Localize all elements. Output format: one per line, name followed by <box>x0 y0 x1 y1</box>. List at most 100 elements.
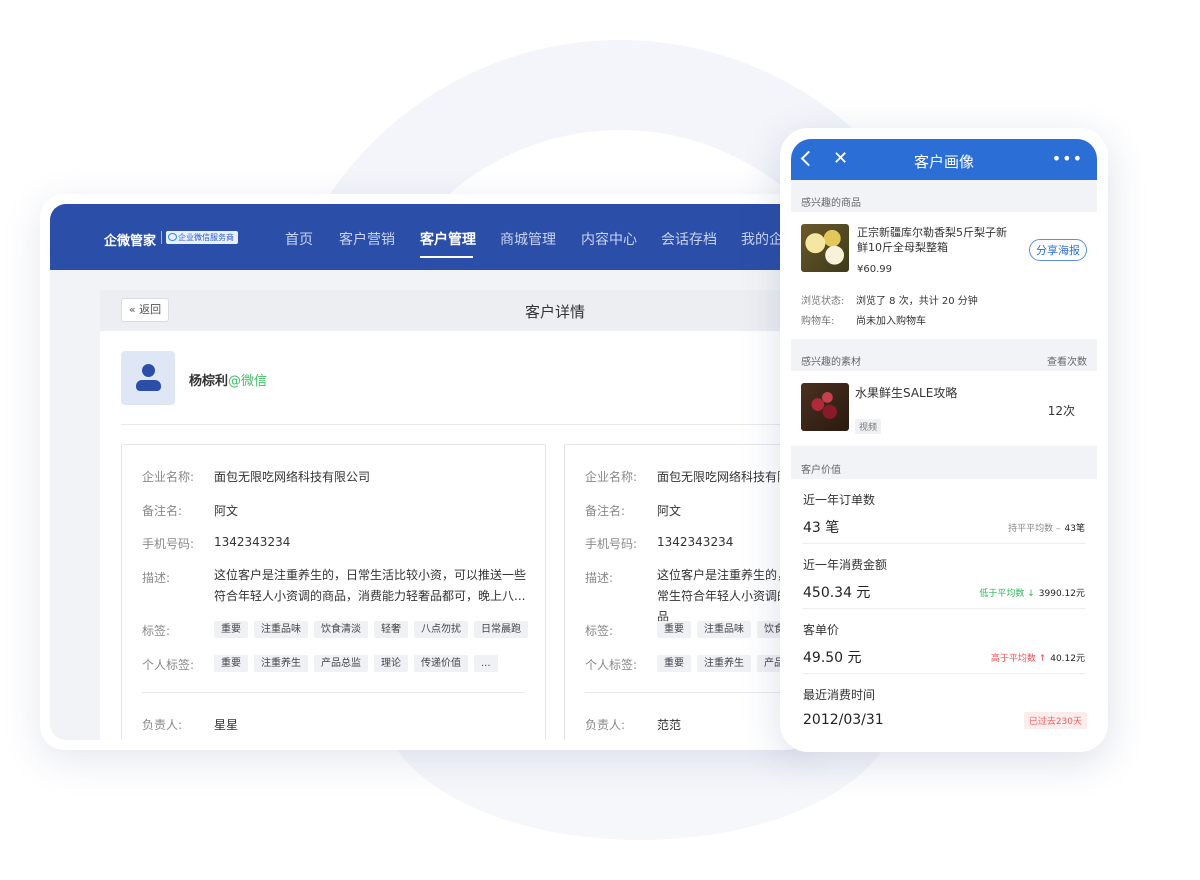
remark-label: 备注名: <box>142 504 183 518</box>
product-image[interactable] <box>801 224 849 272</box>
phone-frame: ✕ 客户画像 ••• 感兴趣的商品 正宗新疆库尔勒香梨5斤梨子新鲜10斤全母梨整… <box>780 128 1108 752</box>
share-poster-button[interactable]: 分享海报 <box>1029 239 1087 261</box>
tag: 饮食清淡 <box>314 621 368 638</box>
owner-value: 范范 <box>657 718 682 732</box>
product-name: 正宗新疆库尔勒香梨5斤梨子新鲜10斤全母梨整箱 <box>857 226 1007 254</box>
material-type-badge: 视频 <box>855 419 882 434</box>
remark-value: 阿文 <box>657 504 682 518</box>
phone-screen: ✕ 客户画像 ••• 感兴趣的商品 正宗新疆库尔勒香梨5斤梨子新鲜10斤全母梨整… <box>791 139 1097 741</box>
value-number: 450.34 元 <box>803 585 871 601</box>
personal-tag-list: 重要 注重养生 产品 <box>657 655 791 672</box>
value-label: 近一年订单数 <box>803 493 876 507</box>
comparison-text: 高于平均数 ↑ <box>990 654 1047 664</box>
product-price: ¥60.99 <box>857 264 892 275</box>
page-title: 客户详情 <box>524 303 585 321</box>
phone-label: 手机号码: <box>585 537 638 551</box>
cart-label: 购物车: <box>801 316 835 327</box>
material-title: 水果鲜生SALE攻略 <box>855 386 958 400</box>
value-row-orders: 近一年订单数 43 笔 持平平均数 –43笔 <box>791 479 1097 544</box>
divider <box>121 424 810 425</box>
product-section: 正宗新疆库尔勒香梨5斤梨子新鲜10斤全母梨整箱 ¥60.99 分享海报 浏览状态… <box>791 212 1097 339</box>
comparison-number: 40.12元 <box>1050 654 1085 664</box>
phone-value: 1342343234 <box>657 535 734 549</box>
owner-value: 星星 <box>214 718 239 732</box>
value-label: 近一年消费金额 <box>803 558 888 572</box>
customer-info-card: 企业名称: 面包无限吃网络科技有限公司 备注名: 阿文 手机号码: 134234… <box>121 444 546 740</box>
brand-separator <box>161 231 162 244</box>
divider <box>585 692 810 693</box>
user-icon-head <box>142 364 155 377</box>
comparison-number: 3990.12元 <box>1038 589 1085 599</box>
personal-tag: 理论 <box>374 655 408 672</box>
section-label-value: 客户价值 <box>801 465 841 476</box>
divider <box>142 692 525 693</box>
nav-mall[interactable]: 商城管理 <box>500 229 556 249</box>
owner-label: 负责人: <box>585 718 626 732</box>
remark-value: 阿文 <box>214 504 239 518</box>
tag: 注重品味 <box>697 621 751 638</box>
value-number: 49.50 元 <box>803 650 862 666</box>
customer-detail-panel: « 返回 客户详情 杨棕利@微信 企业名称: 面包无限吃网络科技有限公司 备注名… <box>100 290 810 740</box>
chat-icon <box>168 233 177 241</box>
personal-tag: 重要 <box>657 655 691 672</box>
tags-label: 标签: <box>142 624 171 638</box>
customer-name-text: 杨棕利 <box>189 374 229 389</box>
section-label-products: 感兴趣的商品 <box>801 198 861 209</box>
nav-archive[interactable]: 会话存档 <box>661 229 717 249</box>
value-label: 客单价 <box>803 623 840 637</box>
views-label: 查看次数 <box>1047 357 1087 368</box>
tag-list: 重要 注重品味 饮食 <box>657 621 791 638</box>
description-label: 描述: <box>142 571 171 585</box>
value-row-spend: 近一年消费金额 450.34 元 低于平均数 ↓ 3990.12元 <box>791 544 1097 609</box>
company-label: 企业名称: <box>585 470 638 484</box>
personal-tag-more[interactable]: ... <box>474 655 498 672</box>
personal-tag: 注重养生 <box>254 655 308 672</box>
brand-badge: 企业微信服务商 <box>166 231 238 244</box>
personal-tags-label: 个人标签: <box>585 658 638 672</box>
personal-tag-list: 重要 注重养生 产品总监 理论 传递价值 ... <box>214 655 498 672</box>
browse-value: 浏览了 8 次，共计 20 分钟 <box>856 296 978 307</box>
personal-tag: 传递价值 <box>414 655 468 672</box>
top-navbar: 企微管家 企业微信服务商 首页 客户营销 客户管理 商城管理 内容中心 会话存档… <box>50 204 810 270</box>
avatar <box>121 351 175 405</box>
tag: 注重品味 <box>254 621 308 638</box>
desktop-content: 企微管家 企业微信服务商 首页 客户营销 客户管理 商城管理 内容中心 会话存档… <box>50 204 810 740</box>
description-value: 这位客户是注重养生的，日常生活比较小资，可以推送一些符合年轻人小资调的商品，消费… <box>214 568 527 603</box>
description-label: 描述: <box>585 571 614 585</box>
nav-home[interactable]: 首页 <box>285 229 313 249</box>
tags-label: 标签: <box>585 624 614 638</box>
cart-value: 尚未加入购物车 <box>856 316 926 327</box>
personal-tag: 注重养生 <box>697 655 751 672</box>
value-date: 2012/03/31 <box>803 712 884 728</box>
nav-active-indicator <box>420 256 473 258</box>
nav-customer-management[interactable]: 客户管理 <box>420 229 476 249</box>
remark-label: 备注名: <box>585 504 626 518</box>
tag-list: 重要 注重品味 饮食清淡 轻奢 八点勿扰 日常晨跑 <box>214 621 528 638</box>
value-comparison: 低于平均数 ↓ 3990.12元 <box>979 586 1085 599</box>
value-comparison: 高于平均数 ↑ 40.12元 <box>991 651 1085 664</box>
nav-mine[interactable]: 我的企 <box>741 229 783 249</box>
user-icon-body <box>136 380 161 391</box>
personal-tag: 重要 <box>214 655 248 672</box>
comparison-text: 持平平均数 – <box>1008 524 1061 534</box>
brand-name: 企微管家 <box>104 234 157 249</box>
value-comparison: 持平平均数 –43笔 <box>1008 521 1085 534</box>
company-value: 面包无限吃网络科技有限公司 <box>214 470 371 484</box>
comparison-number: 43笔 <box>1064 524 1085 534</box>
elapsed-badge: 已过去230天 <box>1023 712 1087 729</box>
material-image[interactable] <box>801 383 849 431</box>
nav-marketing[interactable]: 客户营销 <box>339 229 395 249</box>
tag: 八点勿扰 <box>414 621 468 638</box>
customer-name: 杨棕利@微信 <box>189 370 267 389</box>
value-row-last-purchase: 最近消费时间 2012/03/31 已过去230天 <box>791 674 1097 741</box>
nav-content[interactable]: 内容中心 <box>581 229 637 249</box>
material-section: 水果鲜生SALE攻略 视频 12次 <box>791 371 1097 446</box>
phone-label: 手机号码: <box>142 537 195 551</box>
phone-header: ✕ 客户画像 ••• <box>791 139 1097 180</box>
more-icon[interactable]: ••• <box>1052 149 1083 168</box>
material-view-count: 12次 <box>1047 404 1075 418</box>
owner-label: 负责人: <box>142 718 183 732</box>
panel-header: « 返回 客户详情 <box>100 290 810 331</box>
value-number: 43 笔 <box>803 520 840 536</box>
tag: 日常晨跑 <box>474 621 528 638</box>
